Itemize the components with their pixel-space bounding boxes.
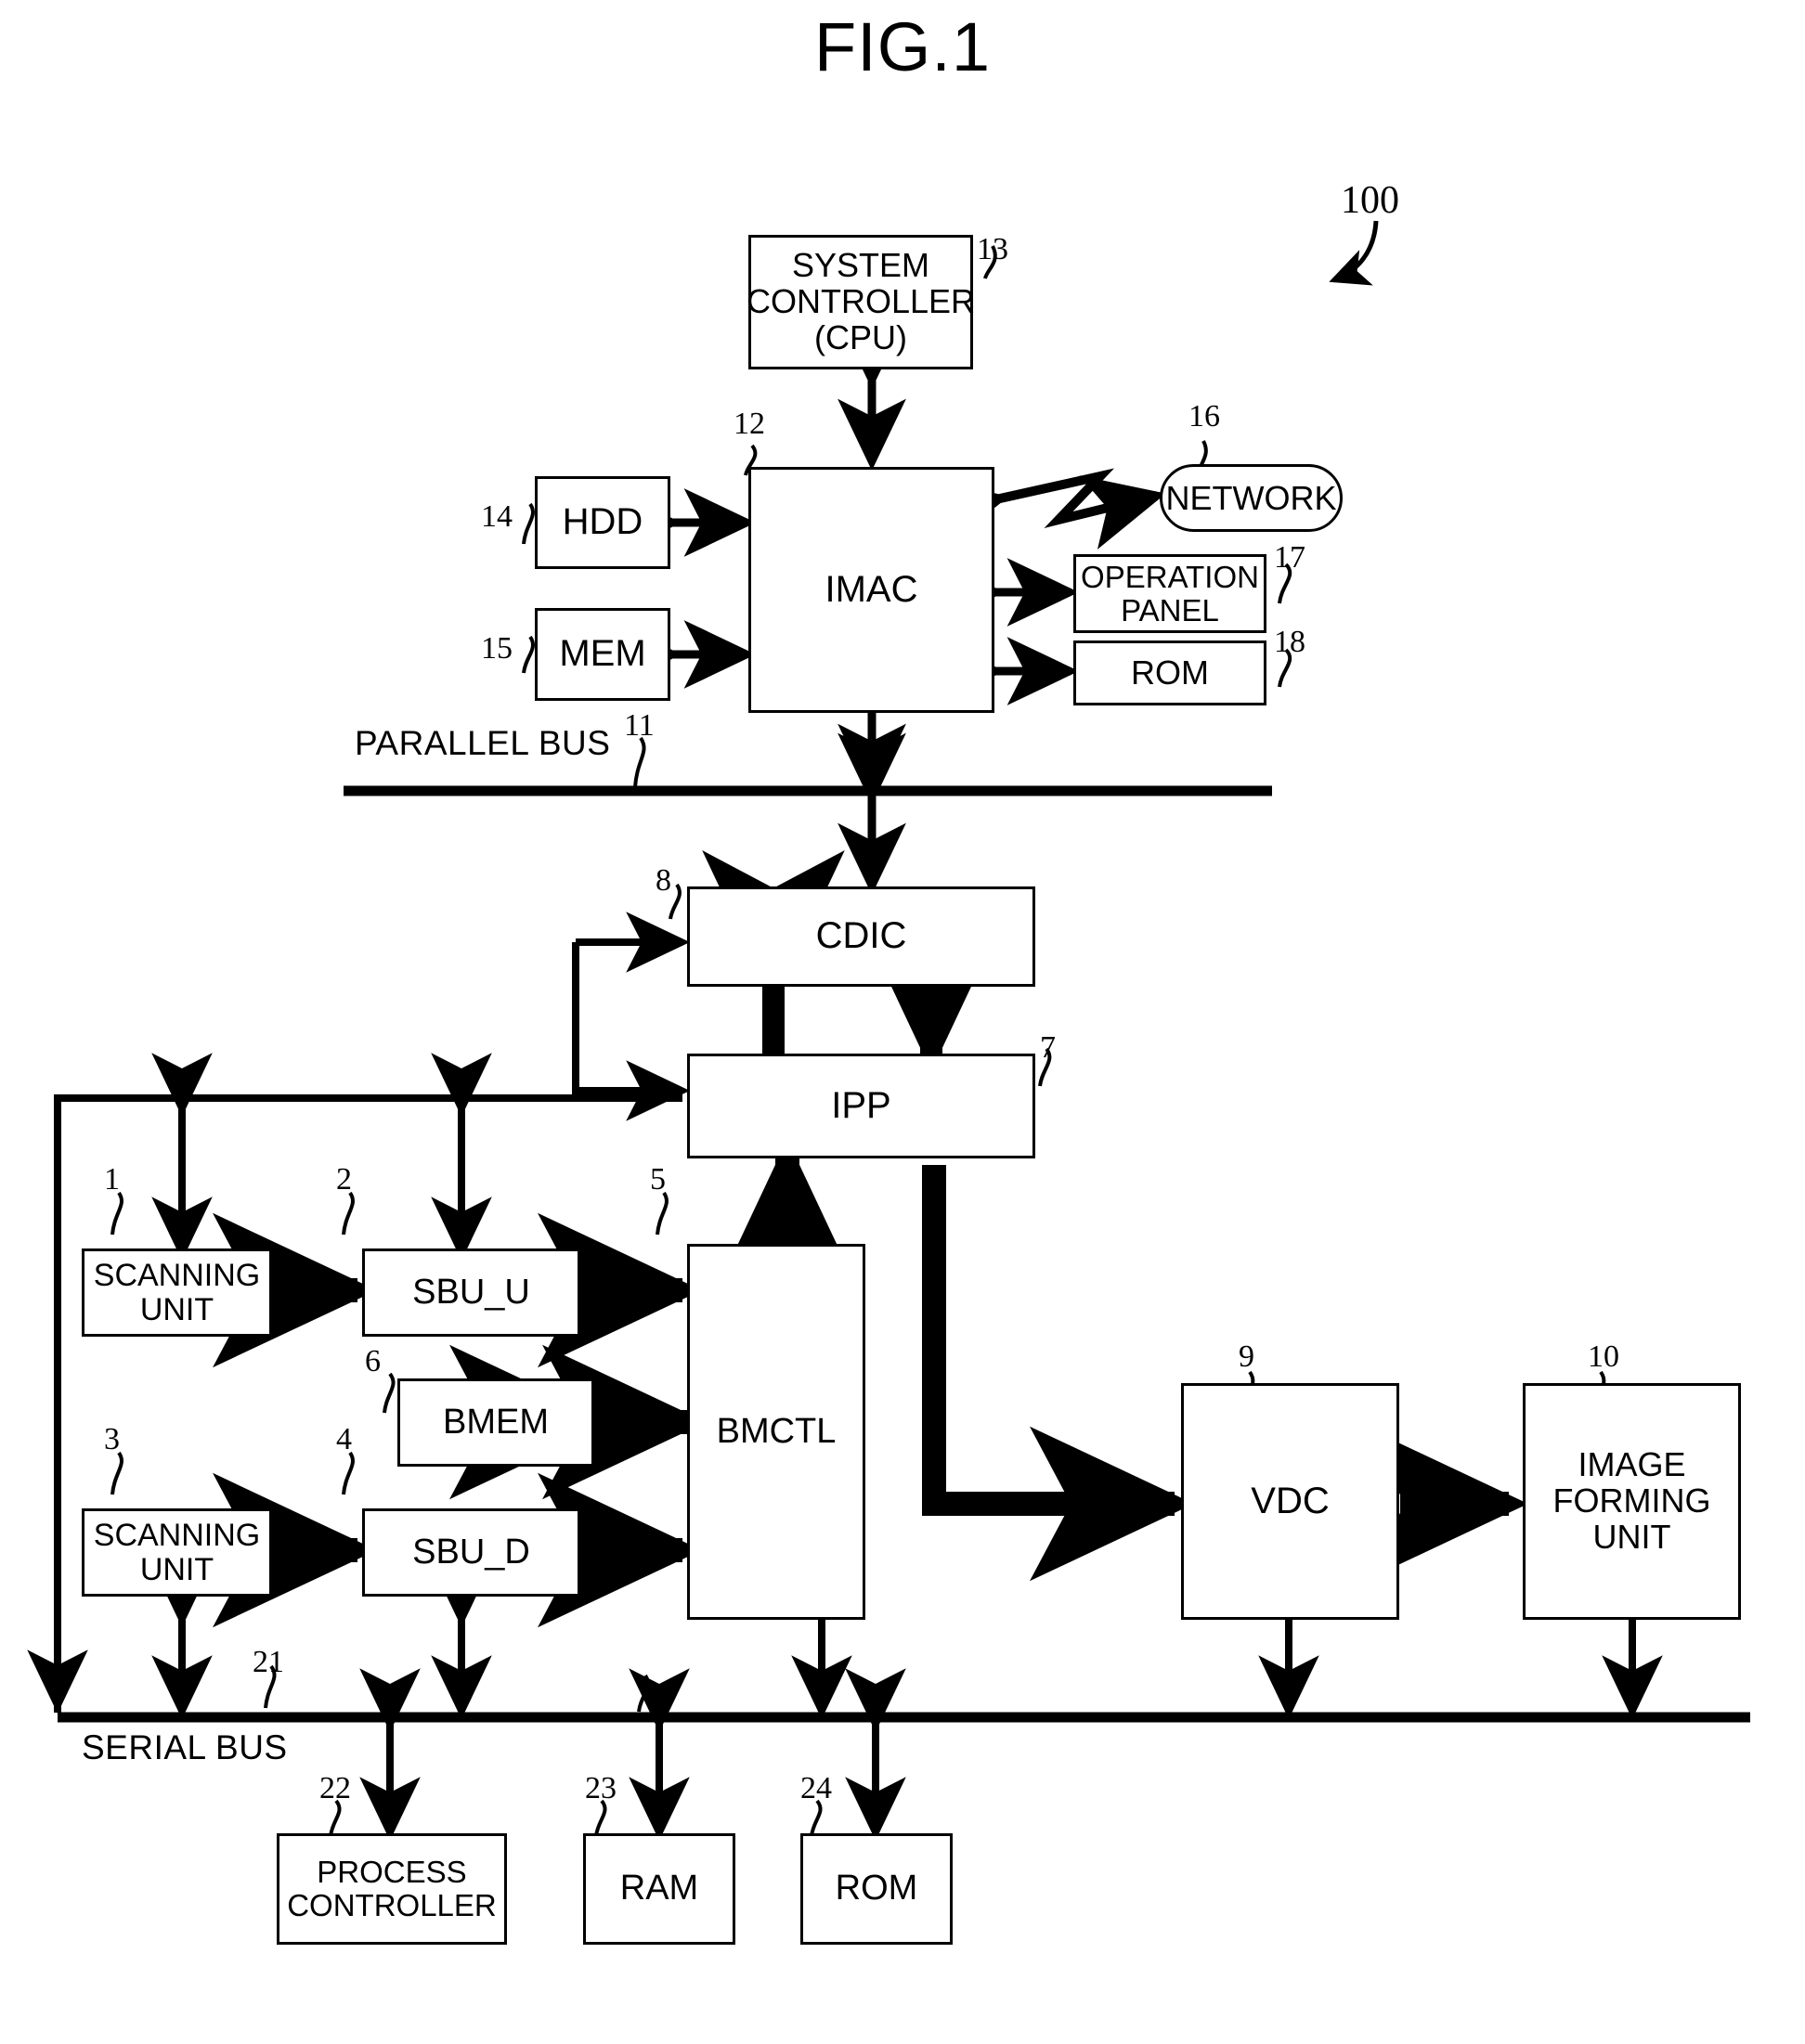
block-hdd[interactable]: HDD [535, 476, 670, 569]
operation-panel-line2: PANEL [1121, 592, 1219, 627]
ref-7: 7 [1040, 1030, 1056, 1065]
block-operation-panel[interactable]: OPERATION PANEL [1073, 554, 1266, 633]
ref-24: 24 [800, 1771, 832, 1805]
ref-18: 18 [1274, 625, 1305, 659]
operation-panel-line1: OPERATION [1081, 559, 1259, 594]
ref-16: 16 [1188, 399, 1220, 433]
block-sbu-u[interactable]: SBU_U [362, 1248, 580, 1337]
ref-8: 8 [656, 863, 671, 898]
block-mem[interactable]: MEM [535, 608, 670, 701]
network-label: NETWORK [1165, 478, 1337, 517]
ref-100: 100 [1341, 179, 1399, 222]
ram-bottom-label: RAM [619, 1869, 699, 1908]
bmem-label: BMEM [443, 1402, 549, 1442]
block-network[interactable]: NETWORK [1160, 464, 1343, 532]
ref-5: 5 [650, 1162, 666, 1197]
cdic-label: CDIC [815, 915, 907, 957]
ref-3: 3 [104, 1422, 120, 1456]
ref-4: 4 [336, 1422, 352, 1456]
image-forming-unit-line2: FORMING [1552, 1481, 1711, 1520]
ref-13: 13 [977, 232, 1008, 266]
block-scanning-unit-upper[interactable]: SCANNING UNIT [82, 1248, 272, 1337]
process-controller-line1: PROCESS [317, 1855, 467, 1890]
ipp-label: IPP [831, 1084, 891, 1126]
figure-title: FIG.1 [813, 8, 992, 85]
system-controller-line3: (CPU) [814, 317, 907, 356]
ref-6: 6 [365, 1344, 381, 1378]
mem-label: MEM [559, 633, 646, 675]
system-controller-line2: CONTROLLER [746, 282, 976, 321]
block-cdic[interactable]: CDIC [687, 886, 1035, 987]
block-vdc[interactable]: VDC [1181, 1383, 1399, 1620]
ref-23: 23 [585, 1771, 617, 1805]
serial-bus-label: SERIAL BUS [82, 1728, 288, 1766]
system-controller-line1: SYSTEM [791, 246, 930, 285]
rom-top-label: ROM [1131, 653, 1209, 692]
ref-12: 12 [734, 407, 765, 441]
scanning-unit-upper-line2: UNIT [139, 1291, 214, 1327]
block-sbu-d[interactable]: SBU_D [362, 1508, 580, 1597]
sbu-d-label: SBU_D [412, 1532, 530, 1572]
scanning-unit-upper-line1: SCANNING [93, 1257, 261, 1293]
parallel-bus-label: PARALLEL BUS [355, 724, 611, 762]
block-process-controller[interactable]: PROCESS CONTROLLER [277, 1833, 507, 1945]
ref-10: 10 [1588, 1339, 1619, 1374]
block-system-controller[interactable]: SYSTEM CONTROLLER (CPU) [747, 235, 975, 369]
block-bmctl[interactable]: BMCTL [687, 1244, 865, 1620]
block-rom-bottom[interactable]: ROM [800, 1833, 953, 1945]
block-rom-top[interactable]: ROM [1073, 640, 1266, 705]
process-controller-line2: CONTROLLER [287, 1888, 497, 1922]
scanning-unit-lower-line1: SCANNING [93, 1517, 261, 1553]
ref-2: 2 [336, 1162, 352, 1197]
ref-17: 17 [1274, 540, 1305, 575]
figure-canvas: FIG.1 SYSTEM CONTROLLER (CPU) 13 IMAC 12… [0, 0, 1805, 2044]
block-bmem[interactable]: BMEM [397, 1378, 594, 1467]
block-scanning-unit-lower[interactable]: SCANNING UNIT [82, 1508, 272, 1597]
ref-15: 15 [481, 631, 513, 666]
block-ram-bottom[interactable]: RAM [583, 1833, 735, 1945]
rom-bottom-label: ROM [835, 1869, 918, 1908]
ref-21: 21 [253, 1645, 284, 1679]
ref-14: 14 [481, 499, 513, 534]
imac-label: IMAC [825, 568, 918, 610]
block-ipp[interactable]: IPP [687, 1054, 1035, 1158]
image-forming-unit-line1: IMAGE [1578, 1445, 1686, 1484]
block-image-forming-unit[interactable]: IMAGE FORMING UNIT [1523, 1383, 1741, 1620]
block-imac[interactable]: IMAC [748, 467, 994, 713]
bmctl-label: BMCTL [716, 1411, 837, 1451]
ref-1: 1 [104, 1162, 120, 1197]
ref-11: 11 [624, 708, 655, 743]
sbu-u-label: SBU_U [412, 1272, 530, 1312]
hdd-label: HDD [562, 501, 643, 543]
image-forming-unit-line3: UNIT [1592, 1517, 1671, 1556]
ref-22: 22 [319, 1771, 351, 1805]
ref-9: 9 [1239, 1339, 1254, 1374]
vdc-label: VDC [1251, 1480, 1330, 1521]
scanning-unit-lower-line2: UNIT [139, 1551, 214, 1587]
